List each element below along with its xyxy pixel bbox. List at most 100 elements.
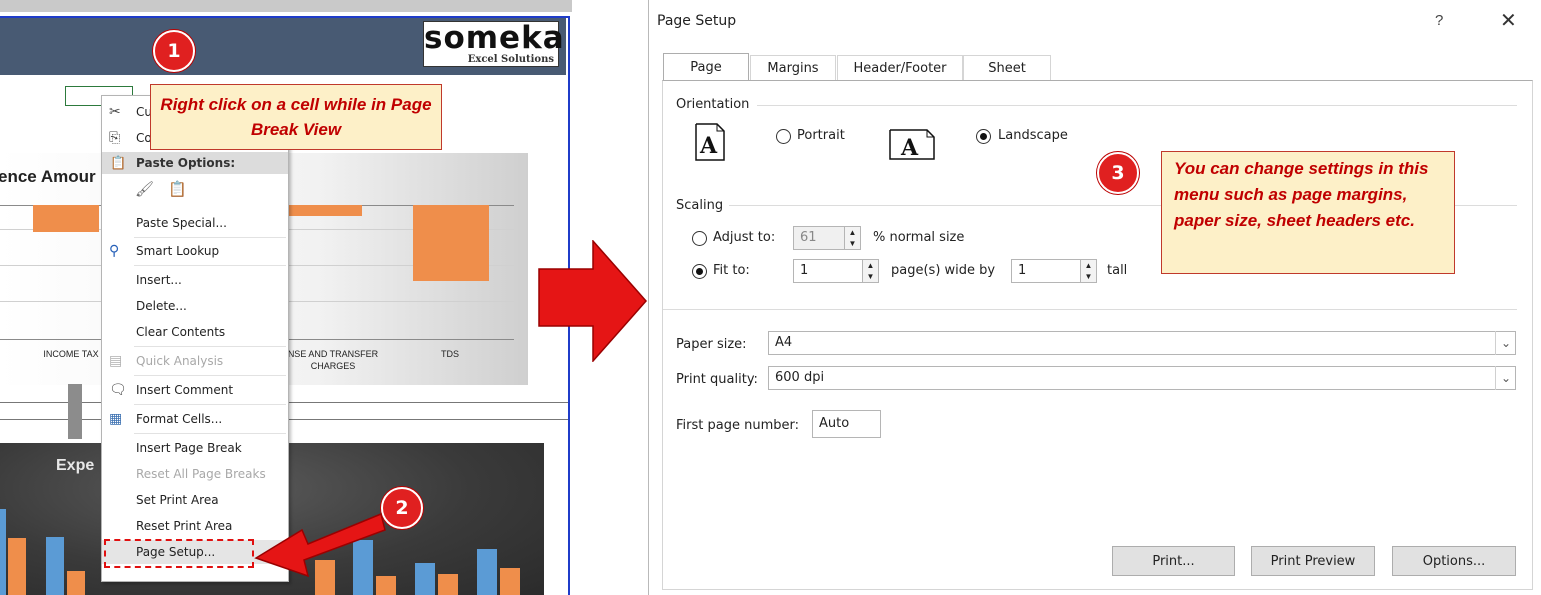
spin-down-icon[interactable]: ▼ [863, 271, 878, 282]
section-divider [663, 309, 1517, 310]
paste-icon[interactable]: 📋 [168, 180, 187, 198]
print-button[interactable]: Print... [1112, 546, 1235, 576]
chevron-down-icon[interactable]: ⌄ [1495, 366, 1516, 390]
menu-item-quick-analysis: ▤ Quick Analysis [109, 353, 224, 369]
print-quality-label: Print quality: [676, 372, 758, 387]
step3-callout: You can change settings in this menu suc… [1161, 151, 1455, 274]
menu-separator [134, 265, 286, 266]
first-page-input[interactable]: Auto [812, 410, 881, 438]
paper-size-value: A4 [775, 335, 793, 350]
fit-wide-spinner[interactable]: ▲ ▼ [863, 259, 879, 283]
category-label: NSE AND TRANSFER [287, 349, 379, 359]
fit-tall-input[interactable]: 1 [1011, 259, 1081, 283]
page-break-line-top [0, 16, 570, 18]
close-icon[interactable]: ✕ [1500, 8, 1517, 33]
menu-item-insert[interactable]: Insert... [102, 268, 288, 292]
format-cells-icon: ▦ [109, 411, 123, 427]
menu-separator [134, 433, 286, 434]
spin-up-icon[interactable]: ▲ [863, 260, 878, 271]
normal-size-label: % normal size [873, 230, 965, 245]
landscape-radio[interactable] [976, 129, 991, 144]
menu-section-paste-options: 📋 Paste Options: [102, 152, 288, 174]
big-arrow-icon [538, 240, 648, 362]
fit-tall-spinner[interactable]: ▲ ▼ [1081, 259, 1097, 283]
adjust-to-input[interactable]: 61 [793, 226, 845, 250]
menu-separator [134, 404, 286, 405]
logo-subtext: Excel Solutions [467, 54, 554, 65]
excel-sheet-area: someka Excel Solutions ence Amour INCOME… [0, 0, 572, 595]
spin-up-icon[interactable]: ▲ [1081, 260, 1096, 271]
spin-down-icon[interactable]: ▼ [1081, 271, 1096, 282]
spin-up-icon[interactable]: ▲ [845, 227, 860, 238]
spin-down-icon[interactable]: ▼ [845, 238, 860, 249]
fit-wide-input[interactable]: 1 [793, 259, 863, 283]
tall-label: tall [1107, 263, 1128, 278]
fit-to-radio[interactable] [692, 264, 707, 279]
portrait-radio[interactable] [776, 129, 791, 144]
print-preview-button[interactable]: Print Preview [1251, 546, 1375, 576]
chart-bar [438, 574, 458, 595]
adjust-to-spinner[interactable]: ▲ ▼ [845, 226, 861, 250]
page-setup-highlight [104, 539, 254, 568]
menu-item-smart-lookup[interactable]: ⚲ Smart Lookup [102, 239, 288, 263]
category-label: CHARGES [310, 361, 356, 371]
chart-bar [477, 549, 497, 595]
menu-item-paste-special[interactable]: Paste Special... [102, 211, 288, 235]
paper-size-label: Paper size: [676, 337, 747, 352]
someka-logo: someka Excel Solutions [423, 20, 564, 67]
menu-item-delete[interactable]: Delete... [102, 294, 288, 318]
tab-sheet[interactable]: Sheet [963, 55, 1051, 81]
step1-badge: 1 [153, 30, 195, 72]
smart-lookup-icon: ⚲ [109, 243, 120, 259]
dialog-title: Page Setup [657, 13, 737, 29]
menu-item-format-cells[interactable]: ▦ Format Cells... [102, 407, 288, 431]
chart-bar [8, 538, 26, 595]
menu-separator [134, 375, 286, 376]
pages-wide-label: page(s) wide by [891, 263, 996, 278]
help-icon[interactable]: ? [1435, 12, 1443, 29]
scaling-group-label: Scaling [676, 198, 724, 213]
scissors-icon: ✂ [109, 104, 121, 120]
chart-bar [500, 568, 520, 595]
svg-text:A: A [900, 135, 919, 160]
first-page-label: First page number: [676, 418, 799, 433]
adjust-to-label: Adjust to: [713, 230, 776, 245]
clipboard-icon: 📋 [110, 155, 127, 170]
menu-separator [134, 346, 286, 347]
group-divider [757, 105, 1517, 106]
page-setup-dialog: Page Setup ? ✕ Page Margins Header/Foote… [648, 0, 1541, 595]
adjust-to-radio[interactable] [692, 231, 707, 246]
paste-formatting-icon[interactable]: 🖌 [135, 180, 154, 198]
portrait-icon: A [695, 123, 725, 161]
menu-separator [134, 237, 286, 238]
chart-bar [46, 537, 64, 595]
chart-bar [67, 571, 85, 595]
chart-bar [415, 563, 435, 595]
tab-page[interactable]: Page [663, 53, 749, 81]
menu-item-clear-contents[interactable]: Clear Contents [102, 320, 288, 344]
print-quality-select[interactable]: 600 dpi [768, 366, 1516, 390]
print-quality-value: 600 dpi [775, 370, 825, 385]
chevron-down-icon[interactable]: ⌄ [1495, 331, 1516, 355]
chart-bar [0, 509, 6, 595]
paste-option-icons: 🖌 📋 [102, 176, 288, 202]
tab-header-footer[interactable]: Header/Footer [837, 55, 963, 81]
menu-item-reset-all-page-breaks: Reset All Page Breaks [136, 467, 266, 481]
copy-icon: ⎘ [109, 130, 121, 146]
category-label: TDS [441, 349, 459, 359]
comment-icon: 🗨 [109, 382, 127, 398]
orientation-group-label: Orientation [676, 97, 750, 112]
category-label: INCOME TAX [43, 349, 99, 359]
scroll-marker [68, 384, 82, 439]
options-button[interactable]: Options... [1392, 546, 1516, 576]
paper-size-select[interactable]: A4 [768, 331, 1516, 355]
quick-analysis-icon: ▤ [109, 353, 123, 369]
svg-text:A: A [699, 133, 718, 159]
menu-item-insert-page-break[interactable]: Insert Page Break [102, 436, 288, 460]
step3-badge: 3 [1097, 152, 1139, 194]
chart-title: ence Amour [0, 167, 96, 186]
chart-bar [413, 205, 489, 281]
tab-margins[interactable]: Margins [750, 55, 836, 81]
menu-item-insert-comment[interactable]: 🗨 Insert Comment [102, 378, 288, 402]
chart-title: Expe [56, 457, 95, 474]
